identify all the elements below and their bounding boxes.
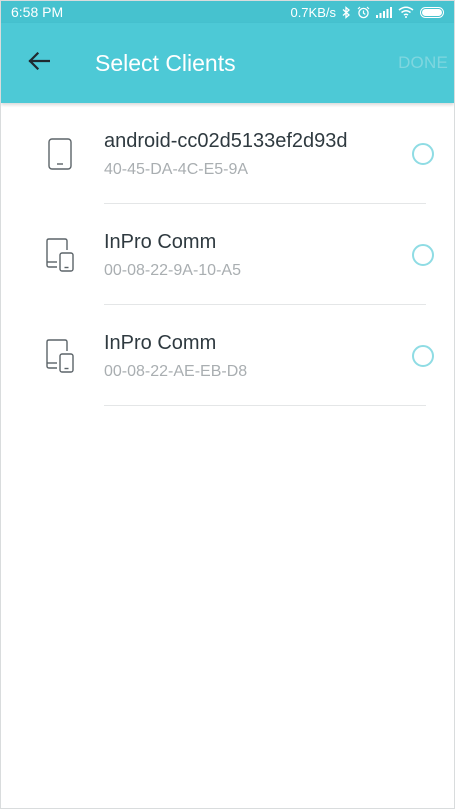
multi-device-icon (30, 338, 90, 373)
back-button[interactable] (9, 33, 69, 93)
client-row[interactable]: android-cc02d5133ef2d93d 40-45-DA-4C-E5-… (1, 103, 454, 204)
multi-device-icon (30, 237, 90, 272)
app-bar: Select Clients DONE (1, 23, 454, 103)
client-row[interactable]: InPro Comm 00-08-22-AE-EB-D8 (1, 305, 454, 406)
tablet-icon (30, 137, 90, 170)
alarm-icon (357, 6, 370, 19)
client-info: InPro Comm 00-08-22-9A-10-A5 (104, 229, 412, 280)
done-button[interactable]: DONE (398, 53, 448, 73)
arrow-back-icon (28, 51, 51, 75)
network-speed: 0.7KB/s (290, 4, 336, 20)
battery-icon (420, 6, 444, 18)
status-indicators: 0.7KB/s (290, 5, 444, 20)
client-info: InPro Comm 00-08-22-AE-EB-D8 (104, 330, 412, 381)
client-mac: 00-08-22-AE-EB-D8 (104, 363, 248, 380)
wifi-icon (398, 6, 414, 18)
signal-icon (376, 6, 392, 18)
screen: 6:58 PM 0.7KB/s Select Clients DONE andr… (0, 0, 455, 809)
client-radio[interactable] (412, 142, 434, 165)
client-info: android-cc02d5133ef2d93d 40-45-DA-4C-E5-… (104, 128, 412, 179)
page-title: Select Clients (95, 49, 236, 76)
client-radio[interactable] (412, 344, 434, 367)
client-row[interactable]: InPro Comm 00-08-22-9A-10-A5 (1, 204, 454, 305)
client-radio[interactable] (412, 243, 434, 266)
client-name: InPro Comm (104, 231, 217, 253)
client-name: android-cc02d5133ef2d93d (104, 130, 348, 152)
status-bar: 6:58 PM 0.7KB/s (1, 1, 454, 23)
client-mac: 40-45-DA-4C-E5-9A (104, 161, 249, 178)
client-name: InPro Comm (104, 332, 217, 354)
bluetooth-icon (342, 5, 351, 19)
status-time: 6:58 PM (11, 4, 64, 20)
client-mac: 00-08-22-9A-10-A5 (104, 262, 241, 279)
client-list: android-cc02d5133ef2d93d 40-45-DA-4C-E5-… (1, 103, 454, 406)
